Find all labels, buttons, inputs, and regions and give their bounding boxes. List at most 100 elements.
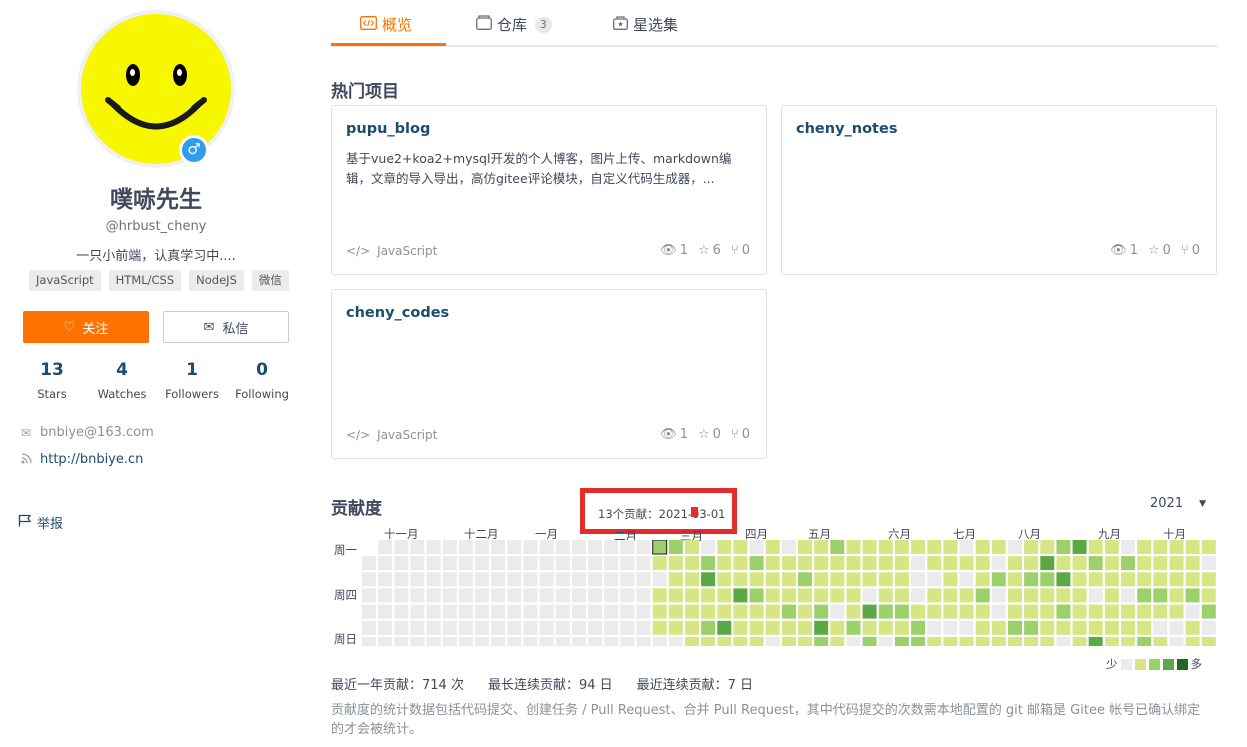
heatmap-cell[interactable] bbox=[507, 620, 522, 635]
heatmap-cell[interactable] bbox=[588, 588, 603, 603]
message-button[interactable]: ✉ 私信 bbox=[163, 311, 289, 343]
heatmap-cell[interactable] bbox=[1072, 556, 1087, 571]
heatmap-cell[interactable] bbox=[830, 636, 845, 646]
follow-button[interactable]: ♡ 关注 bbox=[23, 311, 149, 343]
heatmap-cell[interactable] bbox=[1104, 540, 1119, 554]
heatmap-cell[interactable] bbox=[1008, 572, 1022, 587]
heatmap-cell[interactable] bbox=[1024, 604, 1039, 619]
heatmap-cell[interactable] bbox=[927, 540, 942, 554]
heatmap-cell[interactable] bbox=[830, 556, 845, 571]
heatmap-cell[interactable] bbox=[523, 620, 538, 635]
heatmap-cell[interactable] bbox=[378, 540, 393, 554]
heatmap-cell[interactable] bbox=[1201, 604, 1216, 619]
heatmap-cell[interactable] bbox=[846, 636, 861, 646]
heatmap-cell[interactable] bbox=[1088, 540, 1103, 554]
heatmap-cell[interactable] bbox=[717, 556, 732, 571]
star-count[interactable]: ☆ 0 bbox=[698, 427, 721, 442]
heatmap-cell[interactable] bbox=[394, 588, 409, 603]
heatmap-cell[interactable] bbox=[878, 540, 893, 554]
project-card[interactable]: cheny_codes </> JavaScript 👁︎ 1 ☆ 0 ⑂ 0 bbox=[331, 289, 767, 459]
heatmap-cell[interactable] bbox=[475, 588, 489, 603]
heatmap-cell[interactable] bbox=[1169, 620, 1184, 635]
heatmap-cell[interactable] bbox=[410, 636, 425, 646]
heatmap-cell[interactable] bbox=[927, 620, 942, 635]
heatmap-cell[interactable] bbox=[814, 620, 829, 635]
heatmap-cell[interactable] bbox=[442, 604, 457, 619]
heatmap-cell[interactable] bbox=[991, 556, 1006, 571]
heatmap-cell[interactable] bbox=[652, 604, 667, 619]
heatmap-cell[interactable] bbox=[927, 556, 942, 571]
heatmap-cell[interactable] bbox=[846, 604, 861, 619]
heatmap-cell[interactable] bbox=[571, 572, 586, 587]
heatmap-cell[interactable] bbox=[620, 588, 635, 603]
heatmap-cell[interactable] bbox=[894, 540, 909, 554]
heatmap-cell[interactable] bbox=[555, 604, 570, 619]
heatmap-cell[interactable] bbox=[781, 620, 796, 635]
heatmap-cell[interactable] bbox=[507, 636, 522, 646]
heatmap-cell[interactable] bbox=[749, 636, 764, 646]
heatmap-cell[interactable] bbox=[927, 588, 942, 603]
heatmap-cell[interactable] bbox=[927, 636, 942, 646]
heatmap-cell[interactable] bbox=[442, 636, 457, 646]
heatmap-cell[interactable] bbox=[894, 604, 909, 619]
heatmap-cell[interactable] bbox=[588, 572, 603, 587]
stat-stars[interactable]: 13 Stars bbox=[17, 360, 87, 401]
heatmap-cell[interactable] bbox=[523, 588, 538, 603]
heatmap-cell[interactable] bbox=[975, 604, 990, 619]
tab-repositories[interactable]: 仓库 3 bbox=[476, 14, 552, 35]
heatmap-cell[interactable] bbox=[943, 572, 958, 587]
fork-count[interactable]: ⑂ 0 bbox=[731, 427, 750, 442]
project-name[interactable]: cheny_codes bbox=[346, 305, 449, 321]
heatmap-cell[interactable] bbox=[458, 556, 473, 571]
heatmap-cell[interactable] bbox=[636, 620, 651, 635]
heatmap-cell[interactable] bbox=[410, 540, 425, 554]
heatmap-cell[interactable] bbox=[733, 604, 748, 619]
heatmap-cell[interactable] bbox=[571, 604, 586, 619]
heatmap-cell[interactable] bbox=[426, 540, 441, 554]
avatar[interactable] bbox=[77, 10, 235, 168]
heatmap-cell[interactable] bbox=[475, 572, 489, 587]
heatmap-cell[interactable] bbox=[539, 620, 554, 635]
heatmap-cell[interactable] bbox=[717, 620, 732, 635]
heatmap-cell[interactable] bbox=[991, 620, 1006, 635]
heatmap-cell[interactable] bbox=[394, 556, 409, 571]
heatmap-cell[interactable] bbox=[1024, 572, 1039, 587]
heatmap-cell[interactable] bbox=[765, 556, 780, 571]
heatmap-cell[interactable] bbox=[1072, 620, 1087, 635]
heatmap-cell[interactable] bbox=[1072, 540, 1087, 554]
heatmap-cell[interactable] bbox=[1169, 572, 1184, 587]
heatmap-cell[interactable] bbox=[927, 572, 942, 587]
heatmap-cell[interactable] bbox=[1121, 604, 1135, 619]
heatmap-cell[interactable] bbox=[604, 620, 619, 635]
heatmap-cell[interactable] bbox=[749, 572, 764, 587]
heatmap-cell[interactable] bbox=[927, 604, 942, 619]
heatmap-cell[interactable] bbox=[959, 636, 974, 646]
heatmap-cell[interactable] bbox=[491, 540, 506, 554]
heatmap-cell[interactable] bbox=[1137, 556, 1152, 571]
heatmap-cell[interactable] bbox=[1153, 588, 1168, 603]
heatmap-cell[interactable] bbox=[798, 588, 812, 603]
heatmap-cell[interactable] bbox=[1201, 572, 1216, 587]
heatmap-cell[interactable] bbox=[1024, 620, 1039, 635]
heatmap-cell[interactable] bbox=[604, 572, 619, 587]
heatmap-cell[interactable] bbox=[1008, 540, 1022, 554]
heatmap-cell[interactable] bbox=[798, 620, 812, 635]
heatmap-cell[interactable] bbox=[1137, 588, 1152, 603]
heatmap-cell[interactable] bbox=[685, 620, 699, 635]
heatmap-cell[interactable] bbox=[571, 620, 586, 635]
heatmap-cell[interactable] bbox=[878, 636, 893, 646]
heatmap-cell[interactable] bbox=[1088, 588, 1103, 603]
heatmap-cell[interactable] bbox=[1088, 636, 1103, 646]
heatmap-cell[interactable] bbox=[539, 604, 554, 619]
heatmap-cell[interactable] bbox=[668, 636, 683, 646]
heatmap-cell[interactable] bbox=[636, 604, 651, 619]
heatmap-cell[interactable] bbox=[894, 588, 909, 603]
heatmap-cell[interactable] bbox=[1137, 620, 1152, 635]
heatmap-cell[interactable] bbox=[491, 604, 506, 619]
heatmap-cell[interactable] bbox=[1121, 556, 1135, 571]
heatmap-cell[interactable] bbox=[943, 620, 958, 635]
heatmap-cell[interactable] bbox=[1104, 588, 1119, 603]
heatmap-cell[interactable] bbox=[636, 556, 651, 571]
heatmap-cell[interactable] bbox=[604, 604, 619, 619]
heatmap-cell[interactable] bbox=[668, 556, 683, 571]
